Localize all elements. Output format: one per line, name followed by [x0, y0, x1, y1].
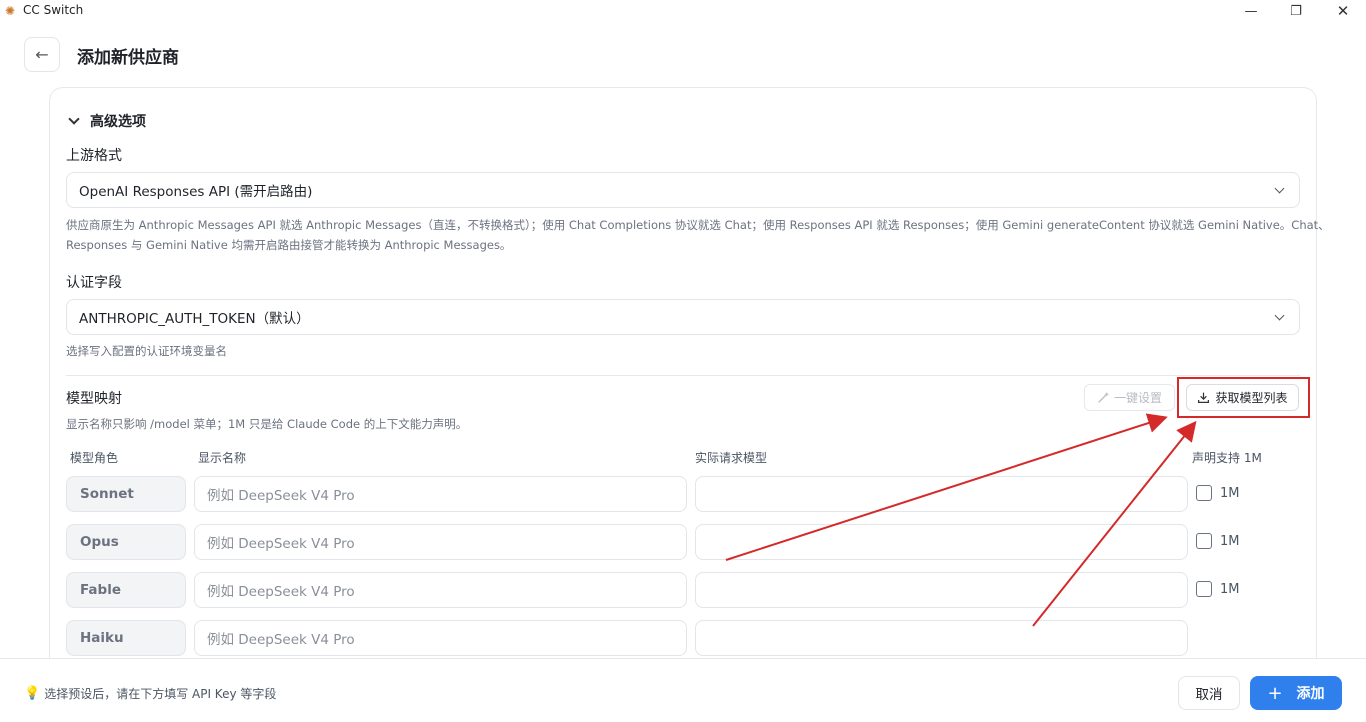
upstream-format-hint: 供应商原生为 Anthropic Messages API 就选 Anthrop…	[66, 215, 1330, 255]
section-divider	[66, 375, 1300, 376]
model-role-fable: Fable	[66, 572, 186, 608]
model-role-opus: Opus	[66, 524, 186, 560]
auth-field-hint: 选择写入配置的认证环境变量名	[66, 344, 227, 358]
maximize-button[interactable]: ❐	[1273, 0, 1319, 22]
actual-model-input-sonnet[interactable]	[695, 476, 1188, 512]
model-role-sonnet: Sonnet	[66, 476, 186, 512]
column-header-actual: 实际请求模型	[695, 451, 768, 465]
minimize-icon: —	[1244, 3, 1258, 19]
actual-model-input-opus[interactable]	[695, 524, 1188, 560]
actual-model-input-haiku[interactable]	[695, 620, 1188, 656]
advanced-options-label: 高级选项	[90, 114, 146, 130]
chevron-down-icon	[68, 113, 80, 125]
back-button[interactable]: ←	[24, 37, 60, 72]
minimize-button[interactable]: —	[1228, 0, 1274, 22]
window-title: CC Switch	[23, 3, 84, 17]
actual-model-input-fable[interactable]	[695, 572, 1188, 608]
input-placeholder: 例如 DeepSeek V4 Pro	[207, 632, 355, 648]
checkbox-label: 1M	[1220, 485, 1240, 501]
column-header-role: 模型角色	[70, 451, 119, 465]
upstream-format-select[interactable]: OpenAI Responses API (需开启路由)	[66, 172, 1300, 208]
title-bar: ✺ CC Switch — ❐ ✕	[0, 0, 1366, 22]
upstream-format-value: OpenAI Responses API (需开启路由)	[79, 184, 313, 200]
upstream-format-hint-line1: 供应商原生为 Anthropic Messages API 就选 Anthrop…	[66, 218, 1330, 232]
checkbox-box[interactable]	[1196, 581, 1212, 597]
lightbulb-icon: 💡	[24, 686, 41, 701]
arrow-left-icon: ←	[35, 45, 49, 64]
cancel-button[interactable]: 取消	[1178, 676, 1240, 710]
close-window-button[interactable]: ✕	[1320, 0, 1366, 22]
one-click-setup-button[interactable]: 一键设置	[1084, 384, 1175, 411]
add-label: 添加	[1296, 686, 1325, 702]
footer-hint-text: 选择预设后，请在下方填写 API Key 等字段	[44, 687, 277, 701]
auth-field-label: 认证字段	[66, 275, 122, 291]
display-name-input-opus[interactable]: 例如 DeepSeek V4 Pro	[194, 524, 687, 560]
cancel-label: 取消	[1195, 687, 1223, 703]
upstream-format-label: 上游格式	[66, 148, 122, 164]
model-mapping-title: 模型映射	[66, 391, 122, 407]
add-button[interactable]: + 添加	[1250, 676, 1342, 710]
footer-hint: 💡 选择预设后，请在下方填写 API Key 等字段	[24, 685, 276, 702]
support-1m-checkbox-fable[interactable]: 1M	[1196, 581, 1240, 597]
page-title: 添加新供应商	[77, 48, 179, 68]
one-click-setup-label: 一键设置	[1113, 391, 1162, 405]
close-icon: ✕	[1336, 2, 1350, 20]
chevron-down-icon	[1274, 310, 1285, 321]
checkbox-box[interactable]	[1196, 485, 1212, 501]
upstream-format-hint-line2: Responses 与 Gemini Native 均需开启路由接管才能转换为 …	[66, 238, 512, 252]
column-header-support-1m: 声明支持 1M	[1192, 451, 1262, 465]
auth-field-select[interactable]: ANTHROPIC_AUTH_TOKEN（默认）	[66, 299, 1300, 335]
advanced-options-toggle[interactable]: 高级选项	[67, 111, 146, 131]
support-1m-checkbox-opus[interactable]: 1M	[1196, 533, 1240, 549]
input-placeholder: 例如 DeepSeek V4 Pro	[207, 488, 355, 504]
display-name-input-haiku[interactable]: 例如 DeepSeek V4 Pro	[194, 620, 687, 656]
auth-field-value: ANTHROPIC_AUTH_TOKEN（默认）	[79, 311, 310, 327]
support-1m-checkbox-sonnet[interactable]: 1M	[1196, 485, 1240, 501]
checkbox-label: 1M	[1220, 581, 1240, 597]
model-mapping-hint: 显示名称只影响 /model 菜单；1M 只是给 Claude Code 的上下…	[66, 417, 468, 431]
input-placeholder: 例如 DeepSeek V4 Pro	[207, 536, 355, 552]
model-role-haiku: Haiku	[66, 620, 186, 656]
chevron-down-icon	[1274, 183, 1285, 194]
checkbox-box[interactable]	[1196, 533, 1212, 549]
checkbox-label: 1M	[1220, 533, 1240, 549]
display-name-input-sonnet[interactable]: 例如 DeepSeek V4 Pro	[194, 476, 687, 512]
app-logo-icon: ✺	[5, 4, 16, 18]
maximize-icon: ❐	[1290, 3, 1302, 19]
annotation-highlight-box	[1177, 377, 1310, 418]
input-placeholder: 例如 DeepSeek V4 Pro	[207, 584, 355, 600]
magic-wand-icon	[1098, 391, 1110, 403]
column-header-display: 显示名称	[198, 451, 247, 465]
plus-icon: +	[1267, 682, 1283, 704]
display-name-input-fable[interactable]: 例如 DeepSeek V4 Pro	[194, 572, 687, 608]
